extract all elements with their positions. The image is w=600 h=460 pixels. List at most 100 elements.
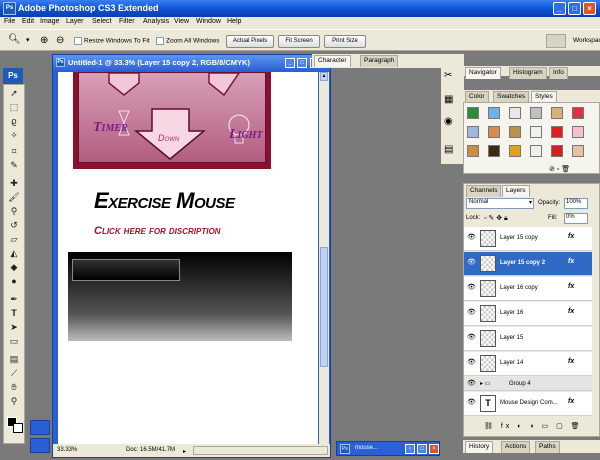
healing-brush-tool-icon[interactable]: ✚ — [7, 177, 21, 190]
eye-icon[interactable]: 👁︎ — [467, 309, 476, 316]
layer-group-row[interactable]: 👁︎ ▸ ▭ Group 4 — [464, 377, 592, 391]
layer-comps-dock-icon[interactable]: ▤ — [444, 144, 453, 155]
style-swatch[interactable] — [467, 145, 479, 157]
zoom-all-option[interactable]: Zoom All Windows — [156, 37, 219, 45]
shape-tool-icon[interactable]: ▭ — [7, 335, 21, 348]
vertical-scrollbar[interactable]: ▲ — [319, 72, 329, 444]
horizontal-scrollbar[interactable] — [193, 446, 328, 455]
brush-tool-icon[interactable]: 🖌︎ — [7, 191, 21, 204]
layer-row[interactable]: 👁︎ Layer 16 fx — [464, 302, 592, 326]
menu-edit[interactable]: Edit — [22, 18, 34, 25]
menu-select[interactable]: Select — [92, 18, 111, 25]
style-swatch[interactable] — [530, 126, 542, 138]
scroll-thumb[interactable] — [320, 247, 328, 367]
style-swatch[interactable] — [509, 145, 521, 157]
style-swatch[interactable] — [551, 145, 563, 157]
status-menu-arrow-icon[interactable]: ▸ — [183, 448, 186, 455]
clone-source-dock-icon[interactable]: ◉ — [444, 116, 453, 127]
workspace-menu[interactable]: Workspace — [573, 37, 600, 44]
menu-layer[interactable]: Layer — [66, 18, 84, 25]
tab-layers[interactable]: Layers — [502, 185, 530, 197]
menu-filter[interactable]: Filter — [119, 18, 135, 25]
zoom-level[interactable]: 33.33% — [57, 447, 77, 453]
maximize-button[interactable]: □ — [568, 2, 581, 15]
scroll-up-icon[interactable]: ▲ — [320, 72, 328, 81]
eye-icon[interactable]: 👁︎ — [467, 399, 476, 406]
magic-wand-tool-icon[interactable]: ✧ — [7, 129, 21, 142]
lock-icons[interactable]: ▫ ✎ ✥ 🔒︎ — [484, 214, 508, 223]
delete-style-icon[interactable]: ⊘ ▫ 🗑︎ — [549, 165, 570, 173]
layer-row[interactable]: 👁︎ Layer 16 copy fx — [464, 277, 592, 301]
layer-row[interactable]: 👁︎ T Mouse Design Com... fx — [464, 392, 592, 416]
minimize-button[interactable]: _ — [553, 2, 566, 15]
eraser-tool-icon[interactable]: ▱ — [7, 233, 21, 246]
resize-windows-option[interactable]: Resize Windows To Fit — [74, 37, 150, 45]
print-size-button[interactable]: Print Size — [324, 35, 366, 48]
history-brush-tool-icon[interactable]: ↺ — [7, 219, 21, 232]
eye-icon[interactable]: 👁︎ — [467, 334, 476, 341]
description-link[interactable]: Click here for discription — [94, 225, 220, 237]
fill-field[interactable]: 0% — [564, 213, 588, 224]
zoom-dropdown-icon[interactable]: ▾ — [26, 36, 30, 44]
tab-history[interactable]: History — [465, 441, 494, 453]
background-color-swatch[interactable] — [13, 423, 23, 433]
style-swatch[interactable] — [488, 126, 500, 138]
blur-tool-icon[interactable]: ◆ — [7, 261, 21, 274]
zoom-out-icon[interactable]: ⊖ — [56, 35, 64, 46]
brushes-dock-icon[interactable]: ▦ — [444, 94, 453, 105]
tab-info[interactable]: Info — [549, 67, 568, 79]
type-tool-icon[interactable]: T — [7, 307, 21, 320]
resize-windows-checkbox[interactable] — [74, 37, 82, 45]
close-button[interactable]: × — [583, 2, 596, 15]
menu-image[interactable]: Image — [40, 18, 59, 25]
slice-tool-icon[interactable]: ✎ — [7, 159, 21, 172]
document-canvas[interactable]: Timer Down Light Exercise Mouse Click he… — [58, 72, 318, 444]
eyedropper-tool-icon[interactable]: ⟋ — [7, 367, 21, 380]
minimized-doc-1[interactable] — [30, 420, 50, 435]
menu-file[interactable]: File — [4, 18, 15, 25]
minimized-doc-mouse[interactable]: Ps mouse... ▫ □ × — [336, 441, 440, 456]
path-selection-tool-icon[interactable]: ➤ — [7, 321, 21, 334]
tab-character[interactable]: Character — [314, 55, 351, 67]
eye-icon[interactable]: 👁︎ — [467, 234, 476, 241]
layer-row[interactable]: 👁︎ Layer 15 — [464, 327, 592, 351]
eye-icon[interactable]: 👁︎ — [467, 259, 476, 266]
zoom-tool-icon[interactable]: ⚲ — [7, 395, 21, 408]
style-swatch[interactable] — [572, 107, 584, 119]
style-swatch[interactable] — [488, 107, 500, 119]
fx-icon[interactable]: fx — [568, 258, 574, 265]
style-swatch[interactable] — [467, 107, 479, 119]
style-swatch[interactable] — [551, 107, 563, 119]
pen-tool-icon[interactable]: ✒ — [7, 293, 21, 306]
notes-tool-icon[interactable]: ▤ — [7, 353, 21, 366]
move-tool-icon[interactable]: ➚ — [7, 87, 21, 100]
zoom-in-icon[interactable]: ⊕ — [40, 35, 48, 46]
zoom-all-checkbox[interactable] — [156, 37, 164, 45]
paint-bucket-tool-icon[interactable]: ◭ — [7, 247, 21, 260]
menu-view[interactable]: View — [174, 18, 189, 25]
tab-histogram[interactable]: Histogram — [509, 67, 547, 79]
opacity-field[interactable]: 100% — [564, 198, 588, 209]
tab-channels[interactable]: Channels — [466, 185, 502, 197]
style-swatch[interactable] — [572, 126, 584, 138]
tab-actions[interactable]: Actions — [501, 441, 531, 453]
zoom-tool-icon[interactable]: 🔍︎ — [8, 34, 21, 45]
style-swatch[interactable] — [530, 145, 542, 157]
restore-icon[interactable]: ▫ — [405, 444, 415, 454]
actual-pixels-button[interactable]: Actual Pixels — [226, 35, 274, 48]
marquee-tool-icon[interactable]: ⬚ — [7, 101, 21, 114]
menu-help[interactable]: Help — [227, 18, 241, 25]
tab-navigator[interactable]: Navigator — [465, 67, 501, 79]
fx-icon[interactable]: fx — [568, 398, 574, 405]
clone-stamp-tool-icon[interactable]: ⚲ — [7, 205, 21, 218]
layer-row-selected[interactable]: 👁︎ Layer 15 copy 2 fx — [464, 252, 592, 276]
eye-icon[interactable]: 👁︎ — [467, 380, 476, 387]
style-swatch[interactable] — [488, 145, 500, 157]
eye-icon[interactable]: 👁︎ — [467, 359, 476, 366]
layer-row[interactable]: 👁︎ Layer 15 copy fx — [464, 227, 592, 251]
layers-footer-icons[interactable]: ⛓ fx ◐ ◑ ▭ ▢ 🗑︎ — [484, 422, 583, 430]
style-swatch[interactable] — [509, 107, 521, 119]
lasso-tool-icon[interactable]: ϱ — [7, 115, 21, 128]
menu-window[interactable]: Window — [196, 18, 221, 25]
tab-paragraph[interactable]: Paragraph — [360, 55, 399, 67]
